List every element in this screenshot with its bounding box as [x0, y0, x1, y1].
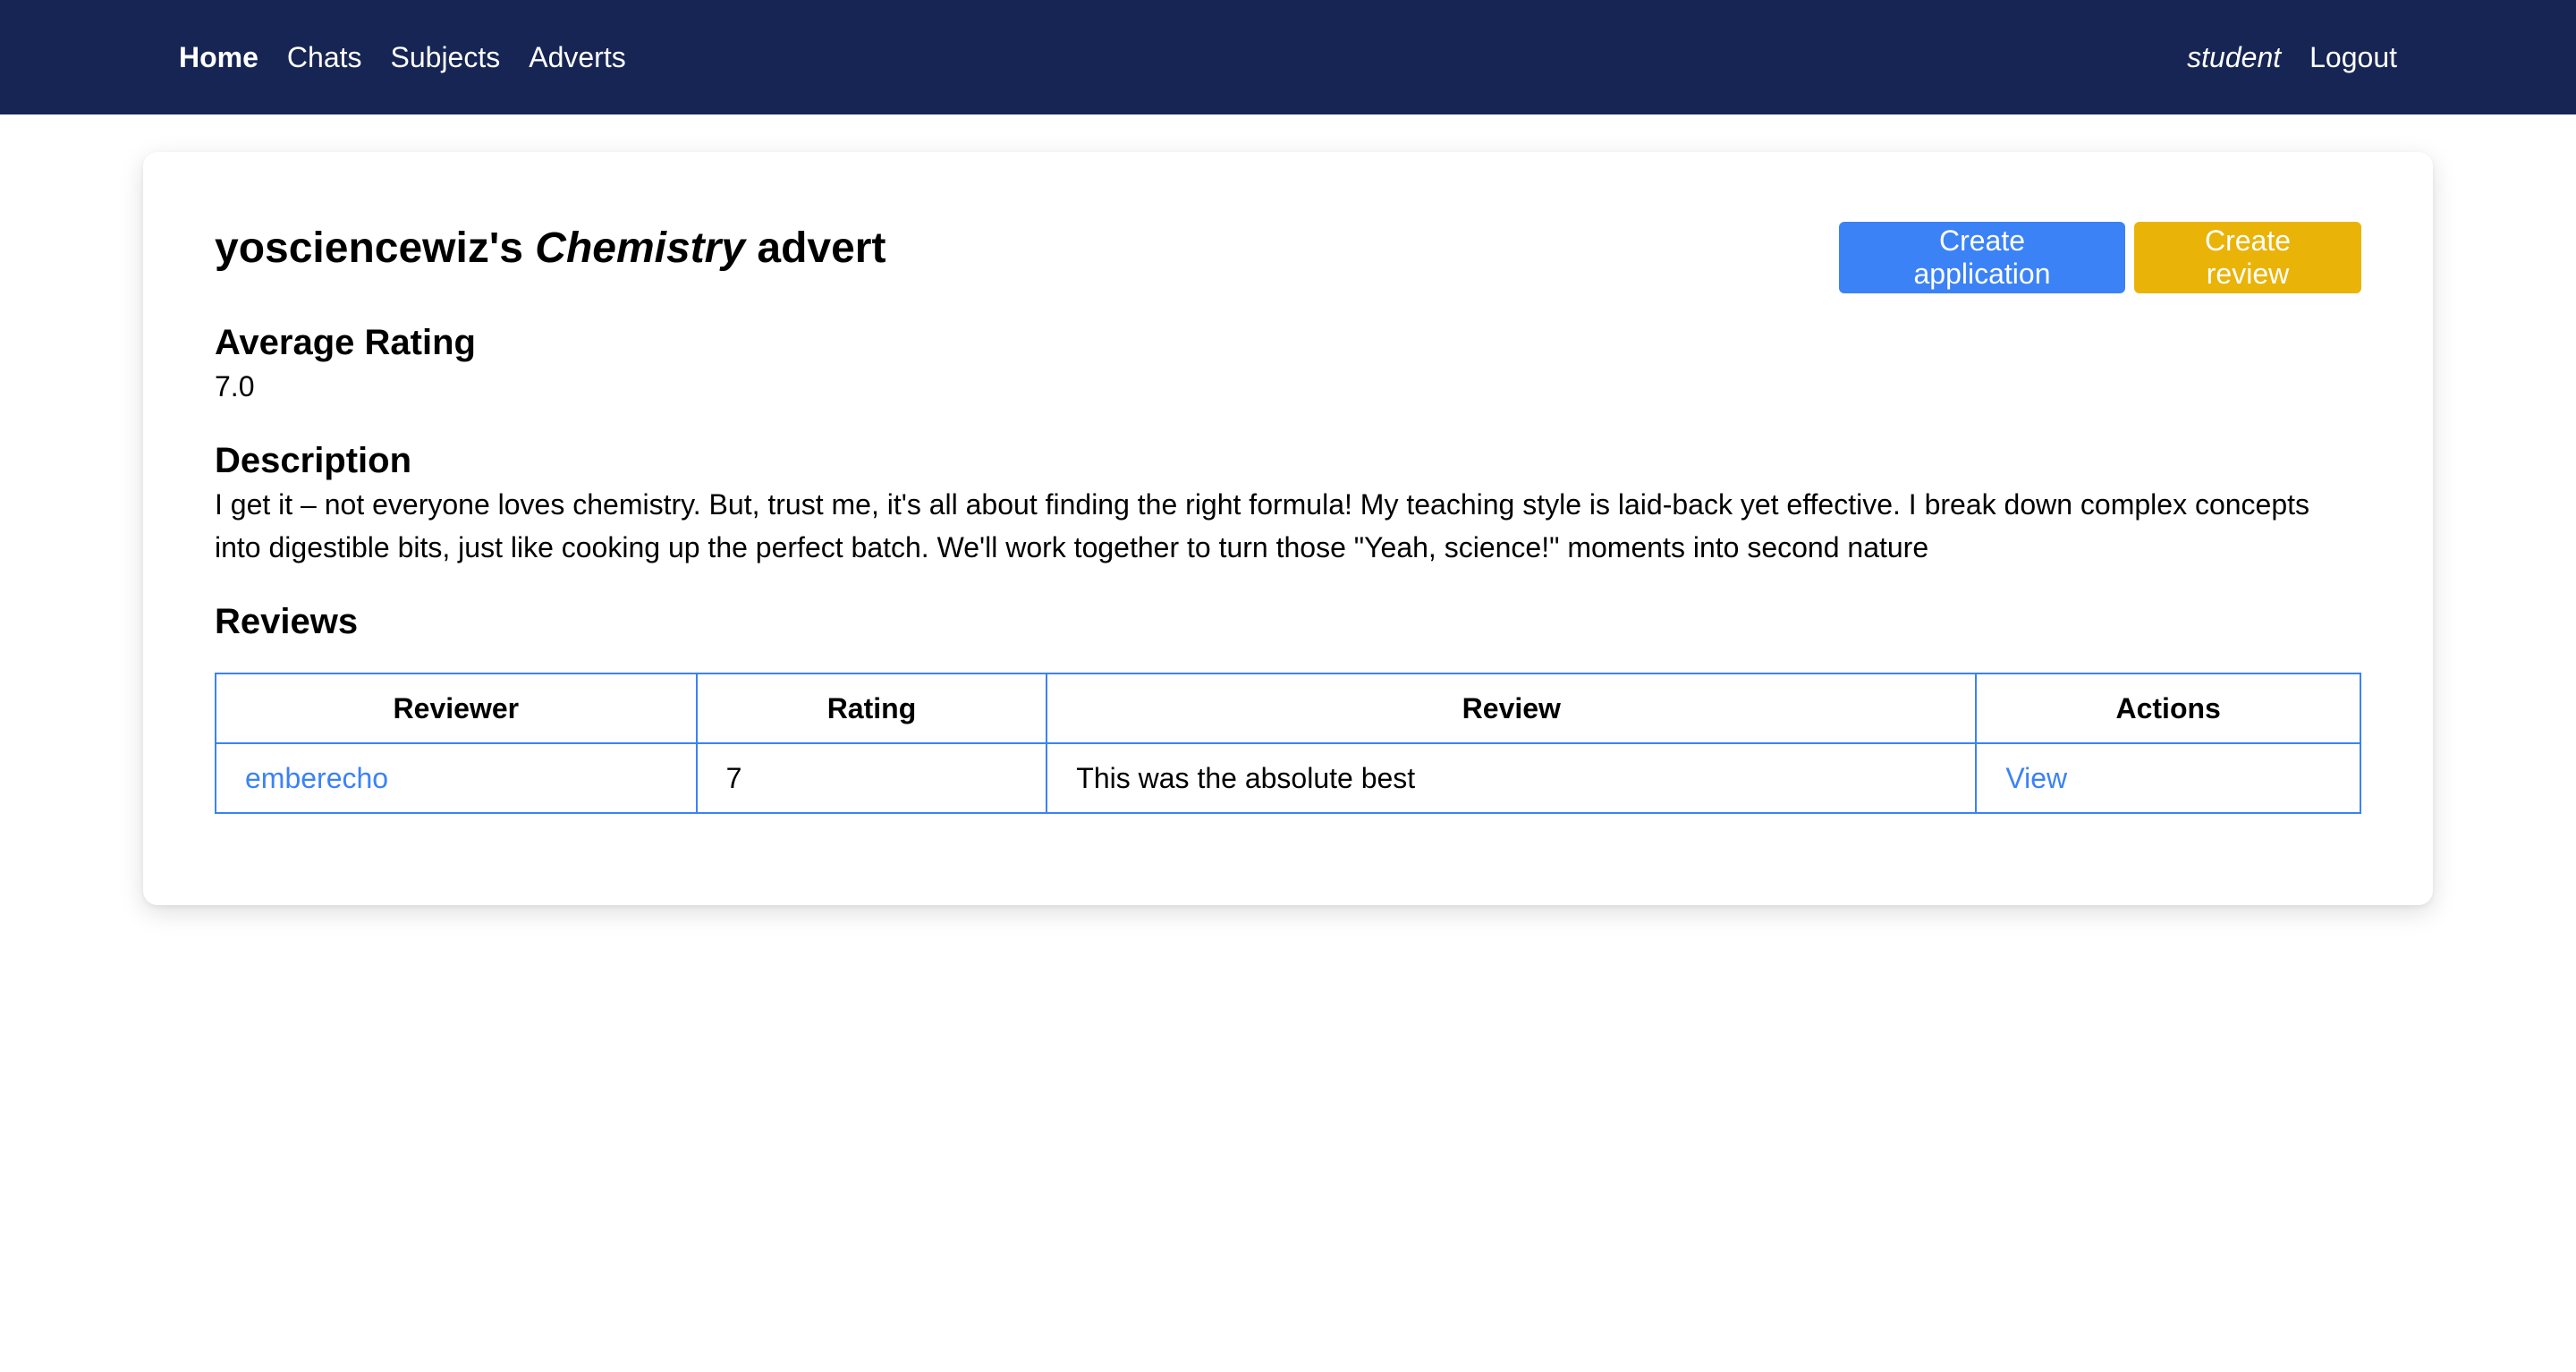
column-header-rating: Rating: [695, 673, 1048, 744]
table-row: emberecho 7 This was the absolute best V…: [215, 742, 2361, 814]
advert-actions: Create application Create review: [1839, 222, 2361, 293]
nav-user-links: student Logout: [2187, 41, 2397, 74]
average-rating-section: Average Rating 7.0: [215, 320, 2361, 408]
column-header-reviewer: Reviewer: [215, 673, 698, 744]
nav-primary-links: Home Chats Subjects Adverts: [179, 41, 626, 74]
advert-card: yosciencewiz's Chemistry advert Create a…: [143, 152, 2433, 905]
description-heading: Description: [215, 441, 412, 480]
nav-username-link[interactable]: student: [2187, 41, 2281, 74]
create-application-button[interactable]: Create application: [1839, 222, 2125, 293]
reviewer-cell: emberecho: [215, 742, 698, 814]
reviews-table: Reviewer Rating Review Actions emberecho…: [215, 673, 2361, 814]
nav-logout-link[interactable]: Logout: [2309, 41, 2397, 74]
advert-header: yosciencewiz's Chemistry advert Create a…: [215, 222, 2361, 293]
reviews-heading: Reviews: [215, 602, 359, 641]
create-review-button[interactable]: Create review: [2134, 222, 2361, 293]
top-navbar: Home Chats Subjects Adverts student Logo…: [0, 0, 2576, 114]
title-suffix: advert: [757, 224, 886, 272]
average-rating-value: 7.0: [215, 370, 255, 402]
table-header-row: Reviewer Rating Review Actions: [215, 673, 2361, 744]
view-review-link[interactable]: View: [2005, 762, 2067, 794]
reviewer-link[interactable]: emberecho: [245, 762, 388, 794]
actions-cell: View: [1975, 742, 2361, 814]
review-cell: This was the absolute best: [1046, 742, 1978, 814]
column-header-actions: Actions: [1975, 673, 2361, 744]
nav-subjects-link[interactable]: Subjects: [391, 41, 501, 74]
description-text: I get it – not everyone loves chemistry.…: [215, 488, 2310, 563]
nav-chats-link[interactable]: Chats: [287, 41, 362, 74]
column-header-review: Review: [1046, 673, 1978, 744]
title-subject: Chemistry: [535, 224, 746, 272]
nav-adverts-link[interactable]: Adverts: [529, 41, 625, 74]
description-section: Description I get it – not everyone love…: [215, 438, 2361, 569]
page-title: yosciencewiz's Chemistry advert: [215, 222, 886, 275]
reviews-section: Reviews Reviewer Rating Review Actions e…: [215, 599, 2361, 814]
title-owner: yosciencewiz's: [215, 224, 523, 272]
rating-cell: 7: [695, 742, 1048, 814]
nav-home-link[interactable]: Home: [179, 41, 258, 74]
average-rating-heading: Average Rating: [215, 323, 476, 362]
